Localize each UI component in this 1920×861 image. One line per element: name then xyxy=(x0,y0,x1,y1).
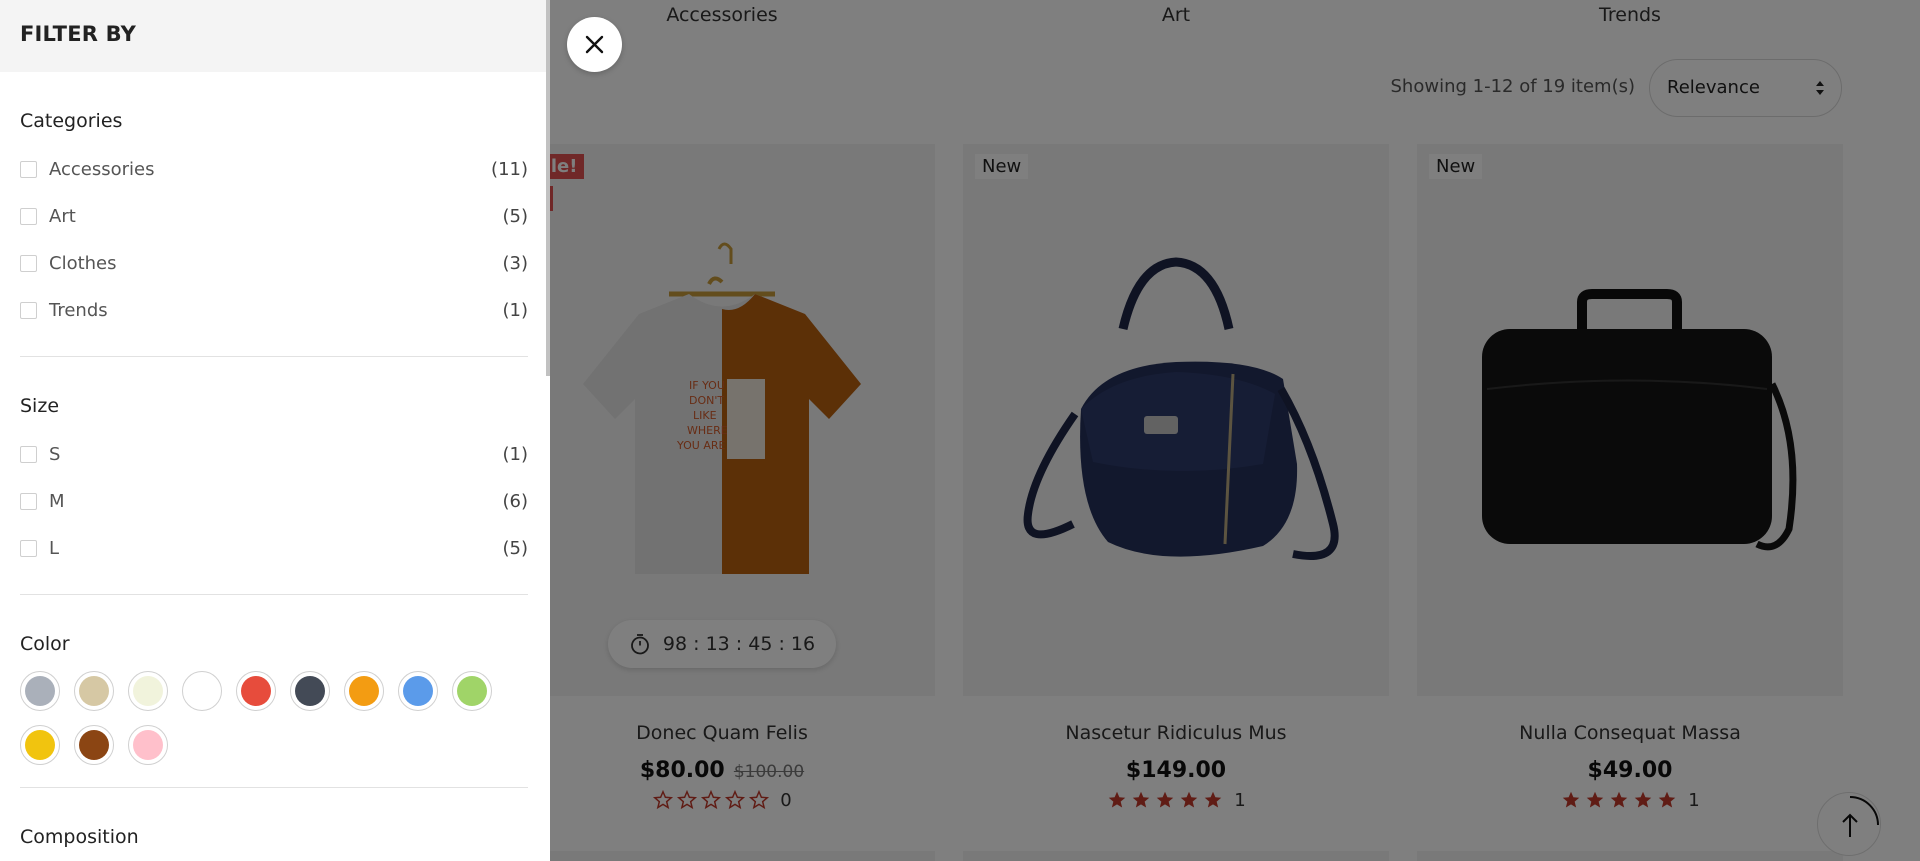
color-swatch[interactable] xyxy=(344,671,384,711)
facet-size-m[interactable]: M (6) xyxy=(20,478,528,525)
filter-drawer-title: FILTER BY xyxy=(20,22,137,46)
color-swatch[interactable] xyxy=(128,725,168,765)
filter-section-categories: Categories Accessories (11) Art (5) Clot… xyxy=(20,72,528,357)
facet-checkbox[interactable] xyxy=(20,208,37,225)
facet-size-l[interactable]: L (5) xyxy=(20,525,528,572)
color-swatch[interactable] xyxy=(182,671,222,711)
facet-count: (11) xyxy=(491,159,528,180)
color-swatch[interactable] xyxy=(74,671,114,711)
close-filter-button[interactable] xyxy=(567,17,622,72)
facet-checkbox[interactable] xyxy=(20,540,37,557)
facet-checkbox[interactable] xyxy=(20,493,37,510)
facet-count: (5) xyxy=(502,206,529,227)
facet-label[interactable]: Clothes xyxy=(49,253,503,274)
facet-accessories[interactable]: Accessories (11) xyxy=(20,146,528,193)
facet-checkbox[interactable] xyxy=(20,161,37,178)
filter-drawer-header: FILTER BY xyxy=(0,0,550,72)
filter-heading: Categories xyxy=(20,110,123,132)
facet-art[interactable]: Art (5) xyxy=(20,193,528,240)
facet-count: (1) xyxy=(502,444,529,465)
filter-heading: Color xyxy=(20,633,70,655)
color-swatch[interactable] xyxy=(74,725,114,765)
facet-count: (3) xyxy=(502,253,529,274)
facet-count: (6) xyxy=(502,491,529,512)
color-swatch[interactable] xyxy=(398,671,438,711)
drawer-scrollbar[interactable] xyxy=(546,0,550,376)
color-swatch[interactable] xyxy=(452,671,492,711)
color-swatch[interactable] xyxy=(128,671,168,711)
facet-checkbox[interactable] xyxy=(20,302,37,319)
facet-clothes[interactable]: Clothes (3) xyxy=(20,240,528,287)
filter-heading: Size xyxy=(20,395,60,417)
facet-checkbox[interactable] xyxy=(20,446,37,463)
filter-drawer-body: Categories Accessories (11) Art (5) Clot… xyxy=(0,72,548,861)
facet-count: (5) xyxy=(502,538,529,559)
facet-trends[interactable]: Trends (1) xyxy=(20,287,528,334)
color-swatch[interactable] xyxy=(20,671,60,711)
color-swatch[interactable] xyxy=(20,725,60,765)
facet-label[interactable]: Art xyxy=(49,206,503,227)
filter-section-size: Size S (1) M (6) L (5) xyxy=(20,357,528,595)
facet-count: (1) xyxy=(502,300,529,321)
facet-label[interactable]: L xyxy=(49,538,503,559)
facet-label[interactable]: M xyxy=(49,491,503,512)
facet-label[interactable]: S xyxy=(49,444,503,465)
facet-label[interactable]: Accessories xyxy=(49,159,491,180)
facet-label[interactable]: Trends xyxy=(49,300,503,321)
color-swatches xyxy=(20,669,540,765)
close-icon xyxy=(585,35,604,54)
color-swatch[interactable] xyxy=(290,671,330,711)
filter-section-composition: Composition xyxy=(20,788,528,861)
filter-section-color: Color xyxy=(20,595,528,788)
color-swatch[interactable] xyxy=(236,671,276,711)
filter-drawer: FILTER BY Categories Accessories (11) Ar… xyxy=(0,0,550,861)
facet-checkbox[interactable] xyxy=(20,255,37,272)
filter-heading[interactable]: Composition xyxy=(20,826,528,848)
facet-size-s[interactable]: S (1) xyxy=(20,431,528,478)
